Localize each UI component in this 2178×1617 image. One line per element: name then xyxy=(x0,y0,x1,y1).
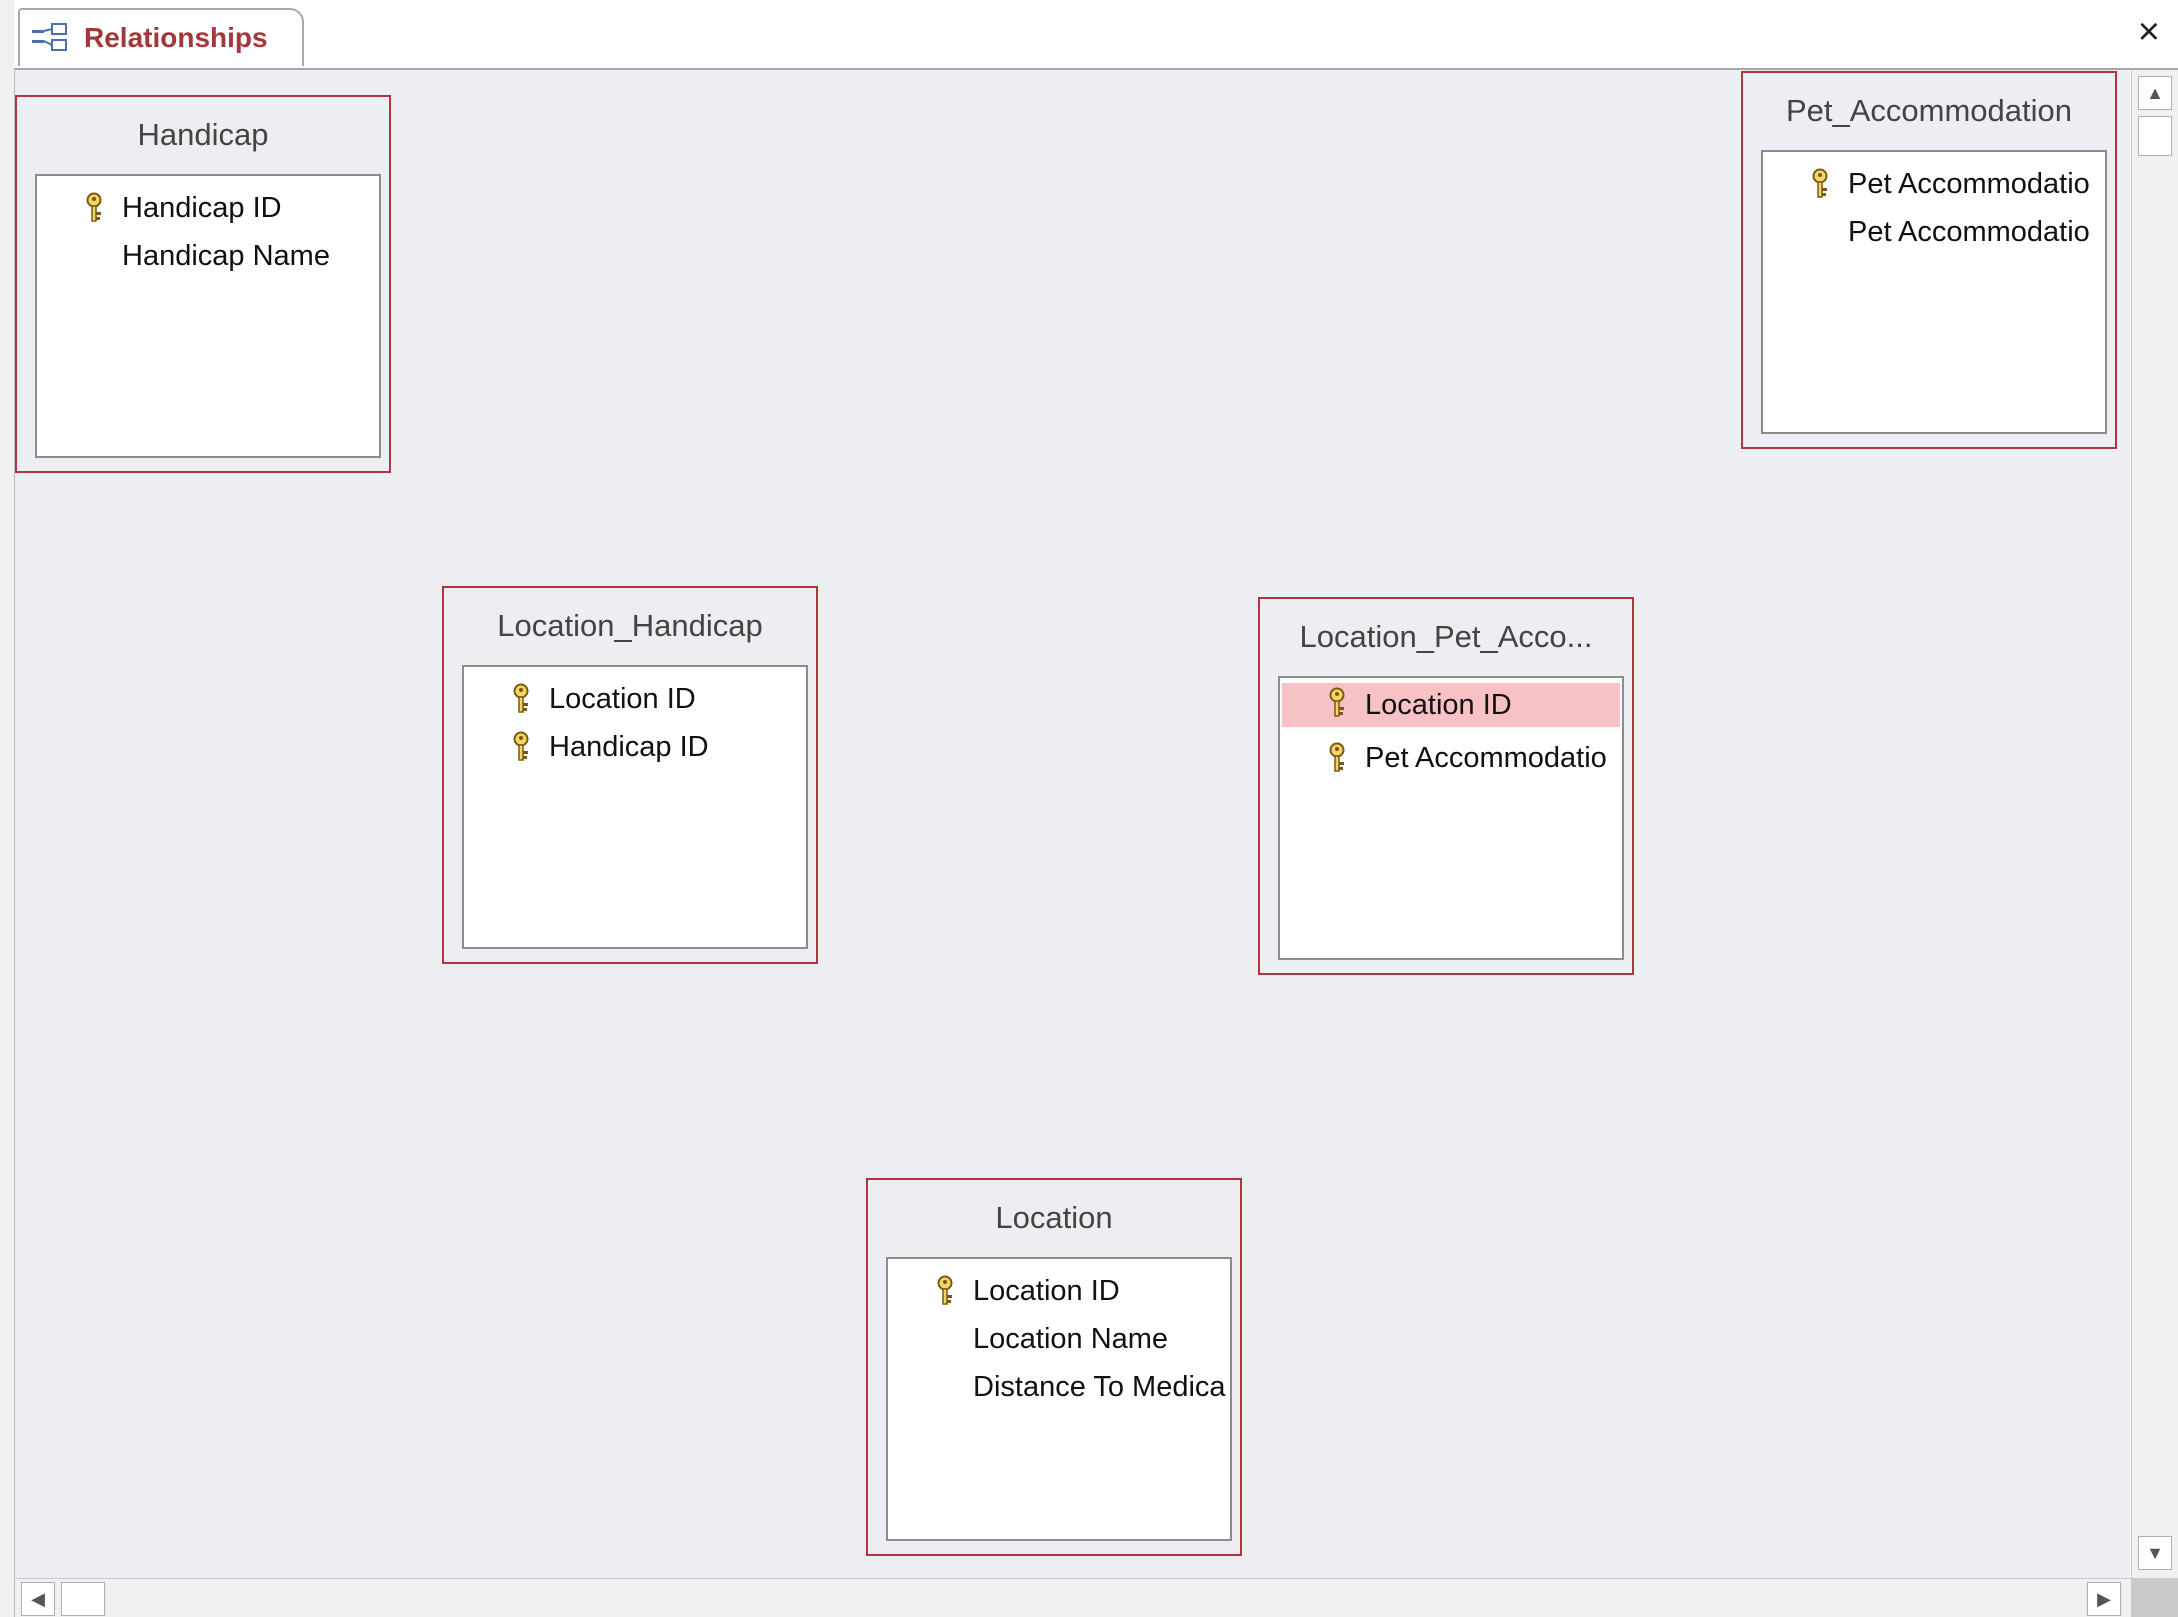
scroll-left-icon[interactable]: ◀ xyxy=(21,1582,55,1616)
field-row[interactable]: Handicap Name xyxy=(37,236,379,276)
scrollbar-corner xyxy=(2131,1578,2178,1617)
field-name: Handicap Name xyxy=(122,239,330,272)
field-row[interactable]: Pet Accommodatio xyxy=(1763,212,2105,252)
field-row[interactable]: Location ID xyxy=(888,1271,1230,1311)
table-title[interactable]: Location_Pet_Acco... xyxy=(1260,619,1632,655)
field-row[interactable]: Pet Accommodatio xyxy=(1763,164,2105,204)
field-list[interactable]: Location ID Location Name Distance To Me… xyxy=(886,1257,1232,1541)
field-name: Location ID xyxy=(973,1274,1120,1307)
tab-relationships[interactable]: Relationships xyxy=(18,8,304,66)
field-name: Location ID xyxy=(1365,688,1512,721)
field-name: Location ID xyxy=(549,682,696,715)
field-list[interactable]: Location ID Handicap ID xyxy=(462,665,808,949)
table-location-pet-accommodation[interactable]: Location_Pet_Acco... Location ID Pet Acc… xyxy=(1258,597,1634,975)
field-row-selected[interactable]: Location ID xyxy=(1282,683,1620,727)
relationships-icon xyxy=(32,23,67,51)
table-title[interactable]: Location xyxy=(868,1200,1240,1236)
close-icon[interactable]: × xyxy=(2138,12,2160,52)
field-name: Handicap ID xyxy=(122,191,282,224)
field-name: Handicap ID xyxy=(549,730,709,763)
field-list[interactable]: Handicap ID Handicap Name xyxy=(35,174,381,458)
window-left-edge xyxy=(0,0,15,1617)
table-title[interactable]: Handicap xyxy=(17,117,389,153)
field-name: Pet Accommodatio xyxy=(1848,167,2090,200)
vertical-scroll-thumb[interactable] xyxy=(2138,116,2172,156)
field-row[interactable]: Handicap ID xyxy=(37,188,379,228)
primary-key-icon xyxy=(1326,742,1348,774)
field-row[interactable]: Handicap ID xyxy=(464,727,806,767)
field-row[interactable]: Location Name xyxy=(888,1319,1230,1359)
document-tab-strip: Relationships × xyxy=(14,0,2178,70)
relationships-canvas[interactable]: Handicap Handicap ID Handicap Name Pet_A… xyxy=(15,70,2130,1578)
scroll-right-icon[interactable]: ▶ xyxy=(2087,1582,2121,1616)
table-location[interactable]: Location Location ID Location Name Dista… xyxy=(866,1178,1242,1556)
table-location-handicap[interactable]: Location_Handicap Location ID Handicap I… xyxy=(442,586,818,964)
tab-relationships-label: Relationships xyxy=(84,22,268,53)
field-row[interactable]: Location ID xyxy=(464,679,806,719)
scroll-up-icon[interactable]: ▲ xyxy=(2138,76,2172,110)
horizontal-scroll-thumb[interactable] xyxy=(61,1582,105,1616)
scroll-down-icon[interactable]: ▼ xyxy=(2138,1536,2172,1570)
horizontal-scrollbar[interactable]: ◀ ▶ xyxy=(15,1578,2131,1617)
table-title[interactable]: Location_Handicap xyxy=(444,608,816,644)
primary-key-icon xyxy=(83,192,105,224)
field-list[interactable]: Location ID Pet Accommodatio xyxy=(1278,676,1624,960)
field-name: Location Name xyxy=(973,1322,1169,1355)
table-handicap[interactable]: Handicap Handicap ID Handicap Name xyxy=(15,95,391,473)
field-row[interactable]: Distance To Medica xyxy=(888,1367,1230,1407)
table-title[interactable]: Pet_Accommodation xyxy=(1743,93,2115,129)
field-list[interactable]: Pet Accommodatio Pet Accommodatio xyxy=(1761,150,2107,434)
vertical-scrollbar[interactable]: ▲ ▼ xyxy=(2131,70,2178,1578)
field-name: Distance To Medica xyxy=(973,1370,1226,1403)
primary-key-icon xyxy=(934,1275,956,1307)
primary-key-icon xyxy=(1809,168,1831,200)
primary-key-icon xyxy=(510,731,532,763)
primary-key-icon xyxy=(1326,687,1348,719)
field-name: Pet Accommodatio xyxy=(1365,741,1607,774)
table-pet-accommodation[interactable]: Pet_Accommodation Pet Accommodatio Pet A… xyxy=(1741,71,2117,449)
field-name: Pet Accommodatio xyxy=(1848,215,2090,248)
field-row[interactable]: Pet Accommodatio xyxy=(1280,738,1622,778)
primary-key-icon xyxy=(510,683,532,715)
